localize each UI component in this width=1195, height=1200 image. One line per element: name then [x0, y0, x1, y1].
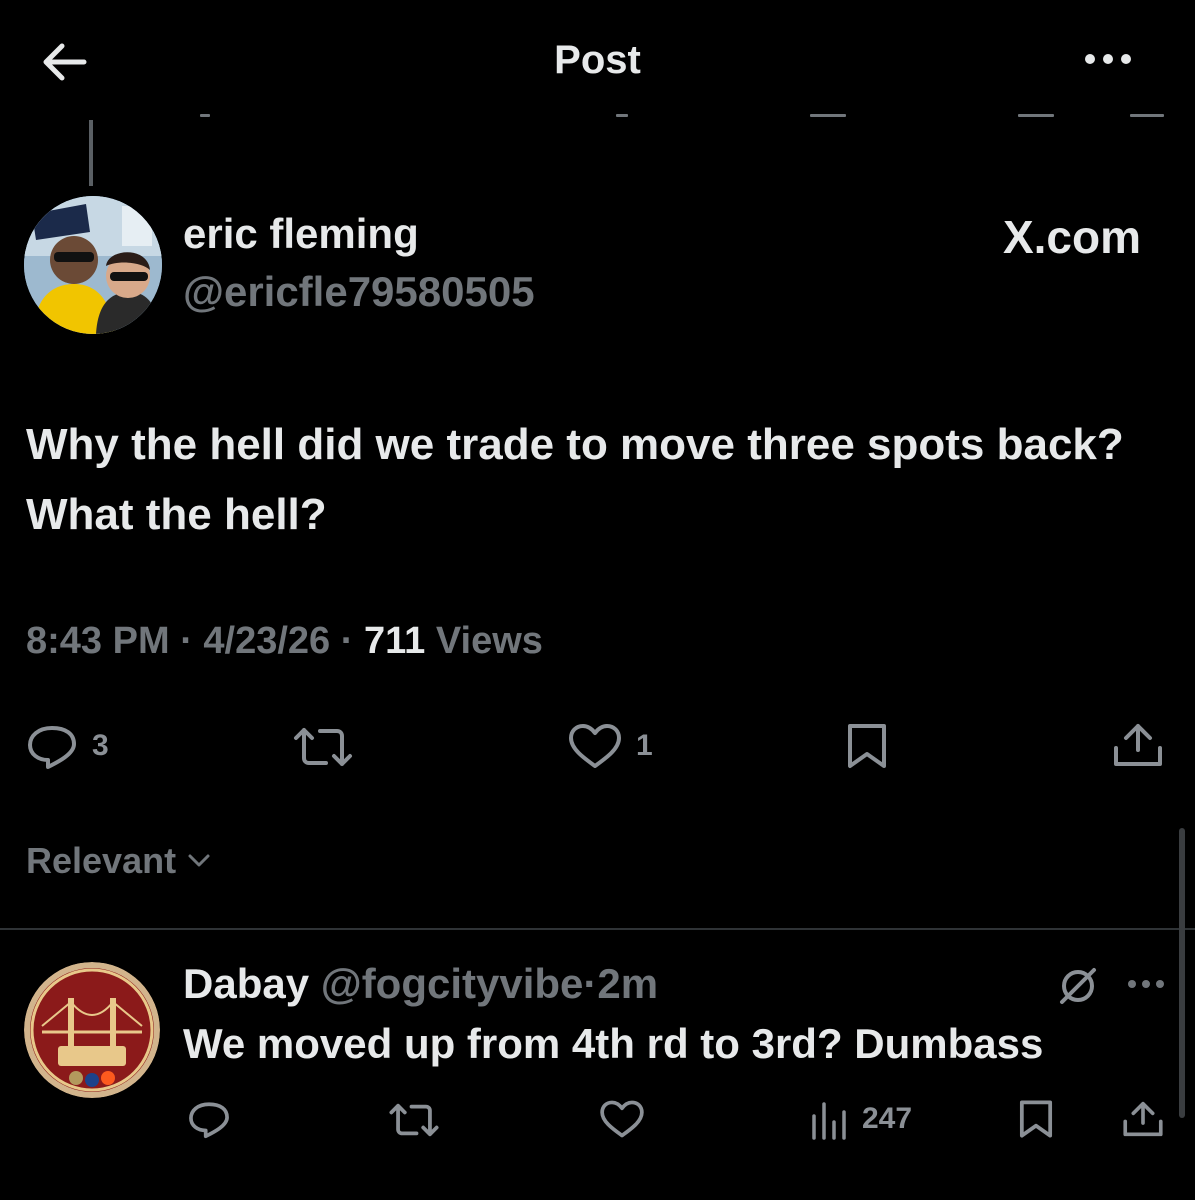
share-icon	[1123, 1101, 1163, 1137]
thread-connector-line	[89, 120, 93, 186]
like-icon	[600, 1100, 644, 1138]
reply-sort-dropdown[interactable]: Relevant	[26, 840, 214, 882]
repost-icon	[389, 1103, 439, 1137]
chevron-down-icon	[188, 854, 210, 867]
reply-timestamp[interactable]: 2m	[597, 960, 658, 1007]
author-avatar-photo	[24, 196, 162, 334]
views-count: 711	[363, 620, 426, 662]
author-name[interactable]: eric fleming	[183, 210, 419, 258]
reply-views-button[interactable]: 247	[810, 1098, 912, 1140]
like-count: 1	[636, 729, 653, 762]
fog-city-vibe-logo	[24, 962, 160, 1098]
post-time[interactable]: 8:43 PM	[26, 620, 170, 662]
post-date[interactable]: 4/23/26	[203, 620, 330, 662]
like-button[interactable]: 1	[566, 722, 653, 770]
reply-header: Dabay @fogcityvibe·2m	[183, 960, 658, 1008]
scrollbar[interactable]	[1179, 828, 1185, 1118]
author-handle[interactable]: @ericfle79580505	[183, 268, 535, 316]
reply-icon	[189, 1102, 229, 1139]
reply-reply-button[interactable]	[186, 1098, 232, 1140]
clipped-action-row	[0, 108, 1195, 128]
author-avatar[interactable]	[24, 196, 162, 334]
bookmark-icon	[848, 724, 886, 768]
reply-text: We moved up from 4th rd to 3rd? Dumbass	[183, 1020, 1044, 1067]
bookmark-button[interactable]	[843, 722, 891, 770]
page-title: Post	[554, 38, 641, 82]
reply-more-button[interactable]	[1124, 972, 1168, 996]
post-detail-page: Post eric fleming @ericfle79580505 X.com…	[0, 0, 1195, 1200]
reply-views-count: 247	[862, 1102, 913, 1135]
reply-separator: ·	[583, 960, 598, 1007]
repost-icon	[294, 728, 352, 766]
post-text: Why the hell did we trade to move three …	[26, 420, 1124, 539]
sort-label: Relevant	[26, 840, 177, 881]
reply-author-avatar[interactable]	[24, 962, 160, 1098]
reply-icon	[28, 726, 76, 769]
meta-separator: ·	[340, 620, 354, 662]
more-dots-icon	[1085, 54, 1131, 64]
reply-button[interactable]: 3	[24, 722, 109, 770]
views-label: Views	[435, 620, 543, 662]
share-button[interactable]	[1112, 720, 1164, 770]
grok-icon	[1060, 968, 1096, 1004]
more-dots-icon	[1128, 980, 1164, 988]
views-icon	[812, 1102, 846, 1140]
share-icon	[1114, 724, 1162, 766]
reply-like-button[interactable]	[598, 1098, 646, 1140]
bookmark-icon	[1019, 1100, 1053, 1138]
post-meta: 8:43 PM · 4/23/26 · 711 Views	[26, 620, 543, 663]
reply-repost-button[interactable]	[388, 1100, 440, 1140]
reply-count: 3	[92, 729, 109, 762]
more-options-button[interactable]	[1078, 44, 1138, 74]
reply-author-handle[interactable]: @fogcityvibe	[321, 960, 584, 1007]
reply-bookmark-button[interactable]	[1016, 1098, 1056, 1140]
like-icon	[569, 724, 621, 768]
source-label: X.com	[1002, 211, 1141, 263]
grok-button[interactable]	[1056, 964, 1100, 1008]
meta-separator: ·	[180, 620, 193, 662]
reply-share-button[interactable]	[1122, 1098, 1164, 1140]
section-divider	[0, 928, 1195, 930]
repost-button[interactable]	[292, 724, 354, 770]
reply-author-name[interactable]: Dabay	[183, 960, 309, 1007]
